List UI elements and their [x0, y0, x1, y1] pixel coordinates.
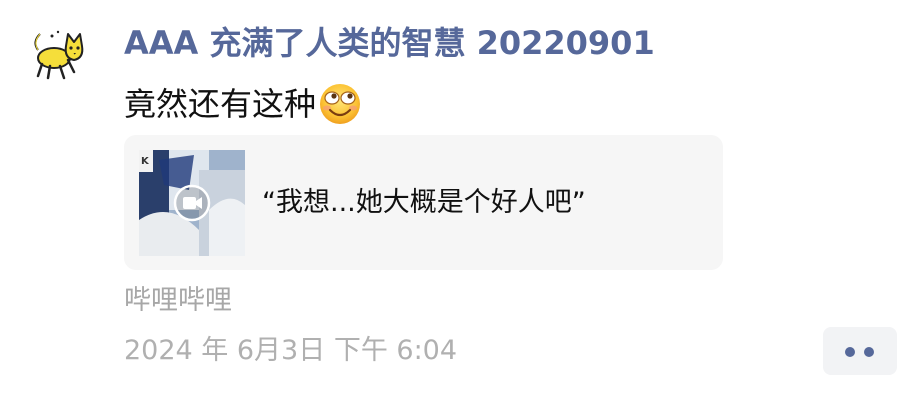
post-timestamp: 2024 年 6月3日 下午 6:04: [124, 335, 458, 366]
more-actions-button[interactable]: [823, 327, 897, 375]
post-text: 竟然还有这种: [124, 78, 362, 130]
more-dots-icon: [845, 347, 855, 357]
source-label[interactable]: 哔哩哔哩: [124, 281, 232, 321]
author-name[interactable]: AAA 充满了人类的智慧 20220901: [124, 18, 655, 68]
cat-avatar-icon: [34, 30, 84, 80]
grinning-squinting-face-icon: [318, 82, 362, 126]
svg-text:K: K: [141, 156, 150, 167]
video-camera-icon: [172, 183, 212, 223]
shared-video-card[interactable]: K “我想...她大概是个好人吧”: [124, 135, 723, 270]
video-thumbnail: K: [139, 150, 245, 256]
post-text-content: 竟然还有这种: [124, 85, 317, 123]
more-dots-icon: [864, 347, 874, 357]
shared-link-title: “我想...她大概是个好人吧”: [262, 187, 586, 218]
avatar[interactable]: [30, 28, 92, 82]
